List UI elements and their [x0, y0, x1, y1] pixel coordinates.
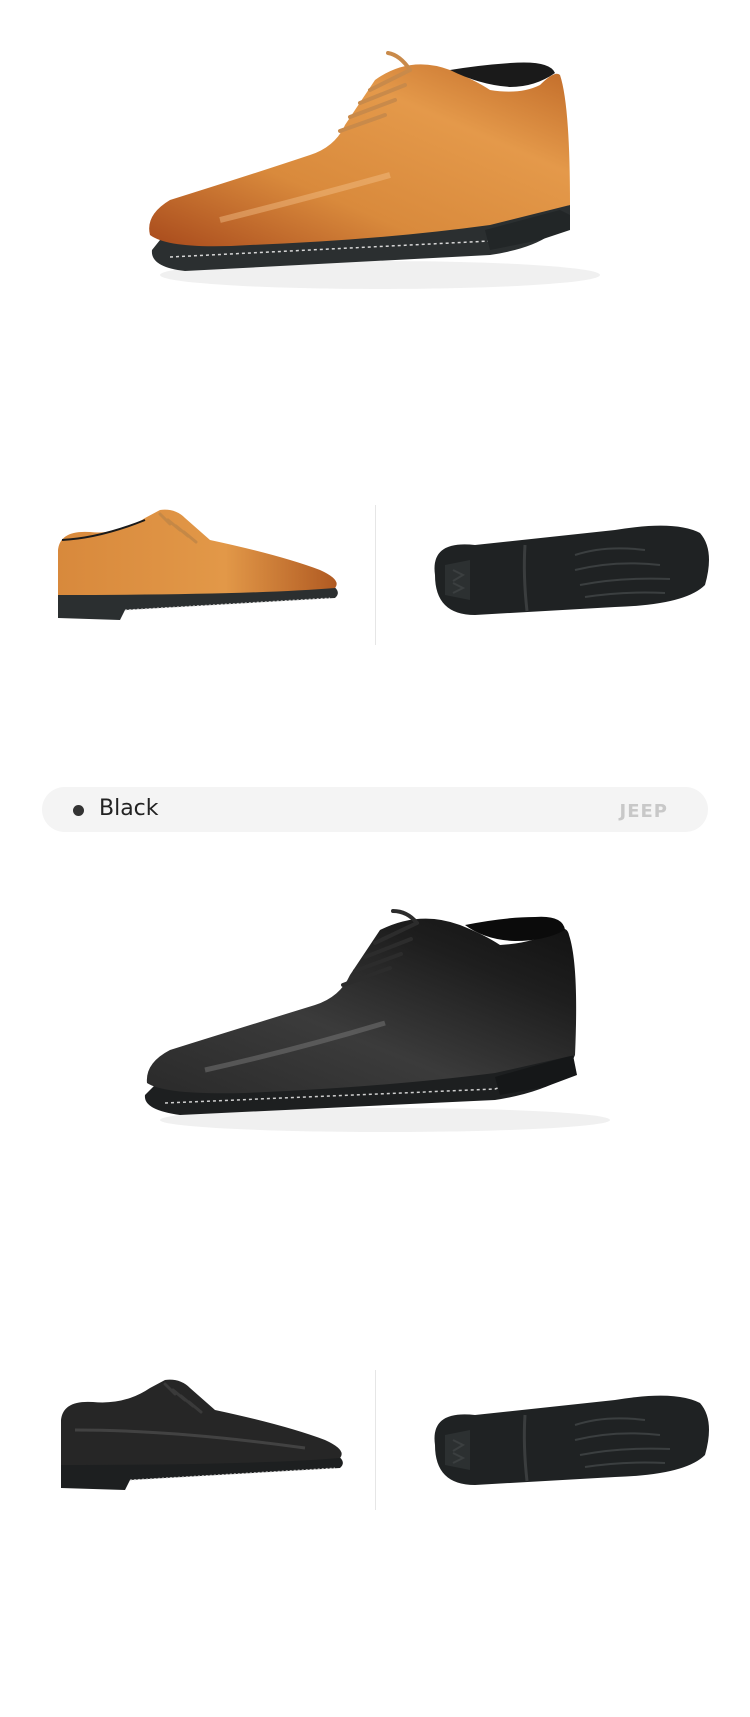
color-variant-label: Black [99, 796, 159, 821]
image-divider [375, 505, 376, 645]
black-shoe-hero-image [144, 909, 610, 1132]
black-shoe-side-image [61, 1379, 343, 1490]
brown-shoe-side-image [58, 509, 338, 620]
color-bullet-icon [73, 805, 84, 816]
color-variant-bar: Black JEEP [42, 787, 708, 832]
brand-label: JEEP [619, 801, 668, 822]
shoe-sole-image [434, 1395, 709, 1485]
shoe-sole-image [434, 525, 709, 615]
image-divider [375, 1370, 376, 1510]
brown-shoe-hero-image [149, 51, 600, 289]
